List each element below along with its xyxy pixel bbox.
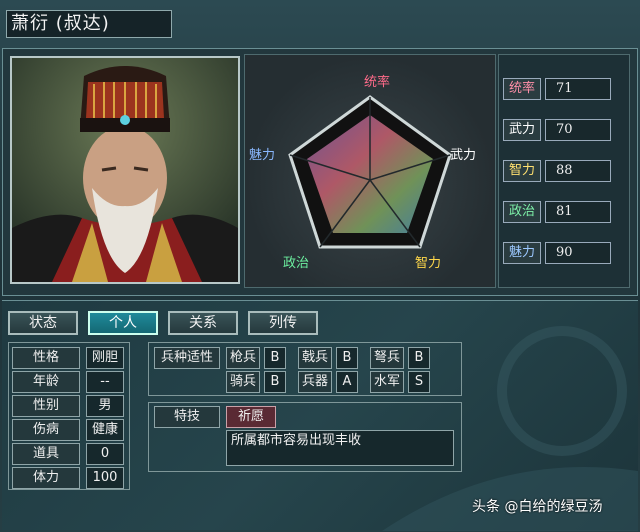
stat-list: 统率 71 武力 70 智力 88 政治 81 魅力 90	[498, 54, 630, 288]
stat-label: 政治	[503, 201, 541, 223]
info-label-injury: 伤病	[12, 419, 80, 441]
aptitude-grade: S	[408, 371, 430, 393]
aptitude-label: 水军	[370, 371, 404, 393]
aptitude-grade: B	[264, 347, 286, 369]
aptitude-grade: B	[336, 347, 358, 369]
info-value-stamina: 100	[86, 467, 124, 489]
watermark: 头条 @白给的绿豆汤	[472, 499, 603, 515]
info-value-items: 0	[86, 443, 124, 465]
stat-value: 71	[545, 78, 611, 100]
aptitude-title: 兵种适性	[154, 347, 220, 369]
stat-value: 90	[545, 242, 611, 264]
tab-relations[interactable]: 关系	[168, 311, 238, 335]
radar-label-zhili: 智力	[415, 256, 441, 271]
aptitude-label: 枪兵	[226, 347, 260, 369]
aptitude-label: 戟兵	[298, 347, 332, 369]
info-value-personality: 刚胆	[86, 347, 124, 369]
stats-radar-chart: 统率 武力 智力 政治 魅力	[244, 54, 496, 288]
stat-label: 魅力	[503, 242, 541, 264]
aptitude-label: 弩兵	[370, 347, 404, 369]
aptitude-grade: A	[336, 371, 358, 393]
character-name: 萧衍 (叔达)	[6, 10, 172, 38]
skill-description: 所属都市容易出现丰收	[226, 430, 454, 466]
aptitude-grade: B	[408, 347, 430, 369]
character-style-name: (叔达)	[55, 13, 110, 34]
info-label-gender: 性别	[12, 395, 80, 417]
info-label-personality: 性格	[12, 347, 80, 369]
radar-label-meili: 魅力	[249, 148, 275, 163]
tab-status[interactable]: 状态	[8, 311, 78, 335]
info-value-age: --	[86, 371, 124, 393]
stat-value: 70	[545, 119, 611, 141]
skill-title: 特技	[154, 406, 220, 428]
aptitude-label: 骑兵	[226, 371, 260, 393]
info-label-age: 年龄	[12, 371, 80, 393]
stat-label: 武力	[503, 119, 541, 141]
radar-svg: 统率 武力 智力 政治 魅力	[249, 74, 476, 271]
skill-name[interactable]: 祈愿	[226, 406, 276, 428]
info-label-items: 道具	[12, 443, 80, 465]
stat-label: 智力	[503, 160, 541, 182]
stat-value: 81	[545, 201, 611, 223]
aptitude-label: 兵器	[298, 371, 332, 393]
info-value-gender: 男	[86, 395, 124, 417]
stat-value: 88	[545, 160, 611, 182]
tab-personal[interactable]: 个人	[88, 311, 158, 335]
portrait-image	[12, 58, 238, 282]
character-portrait	[10, 56, 240, 284]
radar-label-wuli: 武力	[450, 148, 476, 163]
stat-label: 统率	[503, 78, 541, 100]
radar-label-zhengzhi: 政治	[283, 256, 309, 271]
tab-biography[interactable]: 列传	[248, 311, 318, 335]
aptitude-grade: B	[264, 371, 286, 393]
radar-label-tongshuai: 统率	[364, 74, 390, 90]
info-label-stamina: 体力	[12, 467, 80, 489]
character-given-name: 萧衍	[11, 13, 49, 34]
info-value-injury: 健康	[86, 419, 124, 441]
game-window: 萧衍 (叔达) 统率 武力 智力 政治 魅力 统率 71 武力 70 智力 88…	[0, 0, 640, 532]
